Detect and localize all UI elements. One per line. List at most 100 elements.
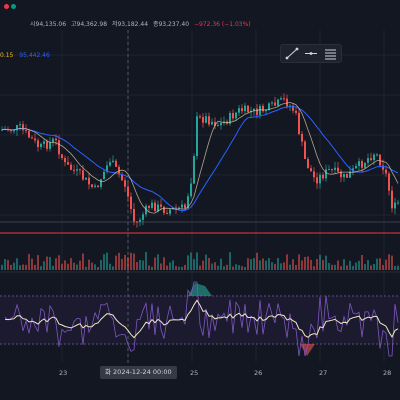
volume-bar <box>235 264 237 270</box>
volume-bar <box>43 261 45 270</box>
volume-bar <box>337 260 339 270</box>
volume-bar <box>1 264 3 270</box>
volume-bar <box>295 264 297 270</box>
candle-body <box>271 102 273 104</box>
volume-bar <box>199 265 201 270</box>
volume-bar <box>208 257 210 270</box>
candle-body <box>94 185 96 187</box>
candle-body <box>100 179 102 187</box>
volume-bar <box>67 263 69 270</box>
volume-bar <box>280 263 282 270</box>
candle-body <box>103 171 105 180</box>
volume-bar <box>397 265 399 270</box>
volume-bar <box>247 258 249 270</box>
volume-bar <box>49 257 51 270</box>
arrow-line-icon[interactable] <box>303 47 319 60</box>
volume-bar <box>139 259 141 270</box>
candle-body <box>337 167 339 172</box>
candle-body <box>166 212 168 214</box>
candle-body <box>208 116 210 125</box>
volume-bar <box>184 264 186 270</box>
volume-bar <box>262 258 264 270</box>
volume-bar <box>355 262 357 270</box>
candle-body <box>274 102 276 106</box>
volume-bar <box>325 255 327 270</box>
volume-bar <box>37 255 39 270</box>
crosshair-time-label: 화 2024-12-24 00:00 <box>100 366 177 379</box>
candle-body <box>46 141 48 149</box>
candle-body <box>244 105 246 112</box>
volume-bar <box>148 265 150 270</box>
indicator-value-1: 0.15 <box>0 52 14 59</box>
volume-bar <box>388 254 390 270</box>
volume-bar <box>151 266 153 270</box>
candle-body <box>298 112 300 135</box>
line-draw-icon[interactable] <box>284 47 300 60</box>
volume-bar <box>217 265 219 270</box>
candle-body <box>67 162 69 165</box>
volume-bar <box>382 265 384 270</box>
volume-bar <box>79 260 81 270</box>
candle-body <box>283 98 285 100</box>
candle-body <box>295 110 297 113</box>
candle-body <box>169 209 171 214</box>
candle-body <box>220 123 222 126</box>
candle-body <box>196 116 198 157</box>
candle-body <box>259 105 261 115</box>
volume-bar <box>76 264 78 270</box>
candle-body <box>388 173 390 191</box>
volume-bar <box>52 265 54 270</box>
volume-bar <box>175 266 177 270</box>
volume-bar <box>220 258 222 270</box>
candle-body <box>301 134 303 142</box>
volume-bar <box>268 258 270 270</box>
candle-body <box>160 204 162 207</box>
candle-body <box>178 207 180 209</box>
indicator-value-2: 95,442.46 <box>19 52 50 59</box>
volume-bar <box>166 265 168 270</box>
volume-bar <box>292 259 294 270</box>
volume-bar <box>250 259 252 270</box>
volume-bar <box>376 258 378 270</box>
candle-body <box>235 112 237 119</box>
candle-body <box>85 177 87 180</box>
candle-body <box>241 108 243 112</box>
volume-bar <box>340 266 342 270</box>
x-axis-label-23: 23 <box>59 369 68 377</box>
candle-body <box>364 162 366 168</box>
volume-bar <box>163 257 165 270</box>
candle-body <box>43 141 45 144</box>
moving-average-slow <box>1 106 399 211</box>
indicator-legend: 0.15 95,442.46 <box>0 52 54 59</box>
trading-chart[interactable]: 시94,135.06 고94,362.98 저93,182.44 종93,237… <box>0 0 400 400</box>
candle-body <box>31 137 33 139</box>
volume-bar <box>385 259 387 270</box>
volume-bar <box>130 252 132 270</box>
volume-bar <box>352 265 354 270</box>
drawing-toolbar <box>280 44 342 63</box>
volume-bar <box>106 252 108 270</box>
candle-body <box>373 154 375 161</box>
volume-bar <box>301 260 303 270</box>
volume-bar <box>97 266 99 270</box>
volume-bar <box>391 255 393 270</box>
volume-bar <box>160 263 162 270</box>
status-dot-red <box>4 4 9 9</box>
volume-bar <box>85 266 87 270</box>
volume-bar <box>127 257 129 270</box>
volume-bar <box>58 255 60 270</box>
candle-body <box>91 184 93 187</box>
volume-bar <box>367 260 369 270</box>
candle-body <box>358 161 360 167</box>
volume-bar <box>304 256 306 270</box>
change-value: −972.36 (−1.03%) <box>193 21 251 28</box>
volume-bar <box>91 262 93 270</box>
volume-bar <box>10 264 12 270</box>
volume-bar <box>370 265 372 270</box>
list-icon[interactable] <box>322 47 338 60</box>
candle-body <box>370 158 372 161</box>
candle-body <box>385 169 387 174</box>
candle-body <box>280 98 282 100</box>
candle-body <box>193 156 195 184</box>
candle-body <box>307 158 309 169</box>
